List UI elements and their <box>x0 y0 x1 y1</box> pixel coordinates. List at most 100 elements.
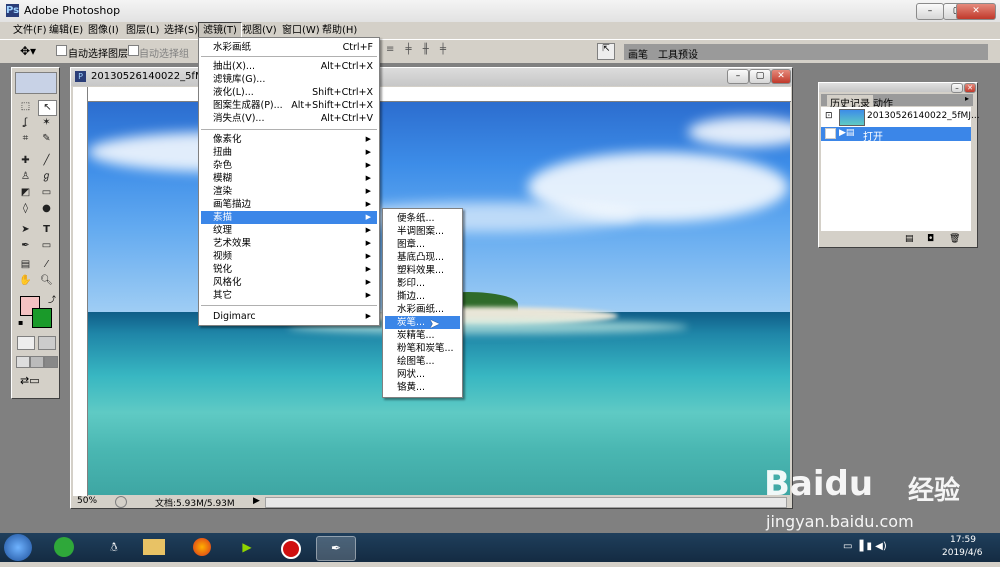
sketch-graphic-pen[interactable]: 绘图笔... <box>397 355 435 368</box>
tray-icons[interactable]: ▭ ▐ ▮ ◀) <box>843 541 887 552</box>
crop-tool-icon[interactable]: ⌗ <box>17 132 34 146</box>
tab-brushes[interactable]: 画笔 <box>628 46 648 61</box>
jump-to-imageready-icon[interactable]: ⇄▭ <box>20 374 40 387</box>
history-snapshot-row[interactable]: ⊡ 20130526140022_5fMJ... <box>821 107 980 127</box>
background-color-swatch[interactable] <box>32 308 52 328</box>
screen-mode-full-menu-icon[interactable] <box>30 356 44 368</box>
filter-gallery[interactable]: 滤镜库(G)... <box>213 73 373 86</box>
new-document-from-state-icon[interactable]: ▤ <box>905 234 914 244</box>
filter-video[interactable]: 视频 ▶ <box>213 250 377 263</box>
default-colors-icon[interactable]: ▪ <box>18 318 23 327</box>
blur-tool-icon[interactable]: ◊ <box>17 202 34 216</box>
clock-date[interactable]: 2019/4/6 <box>942 548 982 558</box>
horizontal-scrollbar[interactable] <box>265 497 787 508</box>
gradient-tool-icon[interactable]: ▭ <box>38 186 55 200</box>
taskbar-recorder-icon[interactable] <box>272 536 310 559</box>
path-selection-tool-icon[interactable]: ➤ <box>17 223 34 237</box>
delete-state-icon[interactable]: 🗑︎ <box>949 234 960 244</box>
feather-logo-icon[interactable] <box>15 72 57 94</box>
hand-tool-icon[interactable]: ✋ <box>17 274 34 288</box>
filter-texture[interactable]: 纹理 ▶ <box>213 224 377 237</box>
filter-pattern-maker[interactable]: 图案生成器(P)... Alt+Shift+Ctrl+X <box>213 99 373 112</box>
history-state-row[interactable]: ▶▤ 打开 <box>821 127 971 143</box>
history-panel-titlebar[interactable]: – ✕ <box>819 83 977 93</box>
filter-brush-strokes[interactable]: 画笔描边 ▶ <box>213 198 377 211</box>
ruler-origin[interactable] <box>73 87 88 102</box>
taskbar-qq-icon[interactable]: 🐧︎ <box>95 536 133 559</box>
menu-select[interactable]: 选择(S) <box>160 22 202 39</box>
dodge-tool-icon[interactable]: ● <box>38 202 55 216</box>
taskbar-player-icon[interactable]: ▶ <box>228 536 266 559</box>
panel-close-button[interactable]: ✕ <box>964 83 976 93</box>
clone-stamp-tool-icon[interactable]: ♙ <box>17 170 34 184</box>
horizontal-ruler[interactable] <box>88 87 791 102</box>
sketch-bas-relief[interactable]: 基底凸现... <box>397 251 444 264</box>
auto-select-layer-checkbox[interactable] <box>56 45 67 59</box>
filter-extract[interactable]: 抽出(X)... Alt+Ctrl+X <box>213 60 373 73</box>
screen-mode-full-icon[interactable] <box>44 356 58 368</box>
filter-sharpen[interactable]: 锐化 ▶ <box>213 263 377 276</box>
align-buttons[interactable]: ≡ ╪ ╫ ╪ <box>386 44 450 55</box>
menu-layer[interactable]: 图层(L) <box>122 22 163 39</box>
snapshot-source-icon[interactable]: ⊡ <box>825 111 833 121</box>
filter-vanishing-point[interactable]: 消失点(V)... Alt+Ctrl+V <box>213 112 373 125</box>
filter-digimarc[interactable]: Digimarc ▶ <box>213 310 377 323</box>
standard-mode-icon[interactable] <box>17 336 35 350</box>
zoom-level[interactable]: 50% <box>77 496 97 506</box>
history-brush-tool-icon[interactable]: ℊ <box>38 170 55 184</box>
taskbar-firefox-icon[interactable] <box>183 536 221 559</box>
status-icon[interactable] <box>115 496 127 508</box>
filter-last-filter[interactable]: 水彩画纸 Ctrl+F <box>213 41 373 54</box>
filter-render[interactable]: 渲染 ▶ <box>213 185 377 198</box>
slice-tool-icon[interactable]: ✎ <box>38 132 55 146</box>
marquee-tool-icon[interactable]: ⬚ <box>17 100 34 114</box>
start-button[interactable] <box>4 534 32 561</box>
sketch-photocopy[interactable]: 影印... <box>397 277 425 290</box>
panel-minimize-button[interactable]: – <box>951 83 963 93</box>
filter-sketch[interactable]: 素描 ▶ <box>201 211 377 224</box>
sketch-charcoal[interactable]: 炭笔... <box>385 316 460 329</box>
tab-tool-presets[interactable]: 工具预设 <box>658 46 698 61</box>
status-menu-arrow-icon[interactable]: ▶ <box>253 496 260 506</box>
taskbar-app-360-icon[interactable] <box>45 536 83 559</box>
auto-select-group-checkbox[interactable] <box>128 45 139 59</box>
magic-wand-tool-icon[interactable]: ✶ <box>38 116 55 130</box>
move-tool-icon[interactable]: ✥▾ <box>20 44 36 58</box>
pen-tool-icon[interactable]: ✒ <box>17 239 34 253</box>
notes-tool-icon[interactable]: ▤ <box>17 258 34 272</box>
filter-distort[interactable]: 扭曲 ▶ <box>213 146 377 159</box>
sketch-chalk-charcoal[interactable]: 粉笔和炭笔... <box>397 342 454 355</box>
filter-blur[interactable]: 模糊 ▶ <box>213 172 377 185</box>
taskbar-photoshop-icon[interactable]: ✒ <box>316 536 356 561</box>
sketch-plaster[interactable]: 塑料效果... <box>397 264 444 277</box>
screen-mode-standard-icon[interactable] <box>16 356 30 368</box>
minimize-button[interactable]: – <box>916 3 944 20</box>
brush-tool-icon[interactable]: ╱ <box>38 154 55 168</box>
eraser-tool-icon[interactable]: ◩ <box>17 186 34 200</box>
filter-artistic[interactable]: 艺术效果 ▶ <box>213 237 377 250</box>
sketch-note-paper[interactable]: 便条纸... <box>397 212 435 225</box>
quick-mask-mode-icon[interactable] <box>38 336 56 350</box>
new-snapshot-icon[interactable]: ◘ <box>927 234 934 244</box>
doc-close-button[interactable]: ✕ <box>771 69 791 84</box>
sketch-water-paper[interactable]: 水彩画纸... <box>397 303 444 316</box>
menu-image[interactable]: 图像(I) <box>84 22 123 39</box>
doc-minimize-button[interactable]: – <box>727 69 749 84</box>
close-button[interactable]: ✕ <box>956 3 996 20</box>
move-tool-icon-selected[interactable]: ↖ <box>38 100 57 116</box>
lasso-tool-icon[interactable]: ʆ <box>17 116 34 130</box>
history-source-checkbox[interactable] <box>825 128 836 139</box>
zoom-tool-icon[interactable]: 🔍︎ <box>38 274 55 288</box>
doc-maximize-button[interactable]: ▢ <box>749 69 771 84</box>
vertical-ruler[interactable] <box>73 101 88 496</box>
healing-brush-tool-icon[interactable]: ✚ <box>17 154 34 168</box>
eyedropper-tool-icon[interactable]: ⁄ <box>38 258 55 272</box>
sketch-halftone-pattern[interactable]: 半调图案... <box>397 225 444 238</box>
filter-liquify[interactable]: 液化(L)... Shift+Ctrl+X <box>213 86 373 99</box>
filter-pixelate[interactable]: 像素化 ▶ <box>213 133 377 146</box>
sketch-torn-edges[interactable]: 撕边... <box>397 290 425 303</box>
panel-menu-icon[interactable]: ▸ <box>965 94 969 103</box>
sketch-stamp[interactable]: 图章... <box>397 238 425 251</box>
type-tool-icon[interactable]: T <box>38 223 55 237</box>
filter-noise[interactable]: 杂色 ▶ <box>213 159 377 172</box>
